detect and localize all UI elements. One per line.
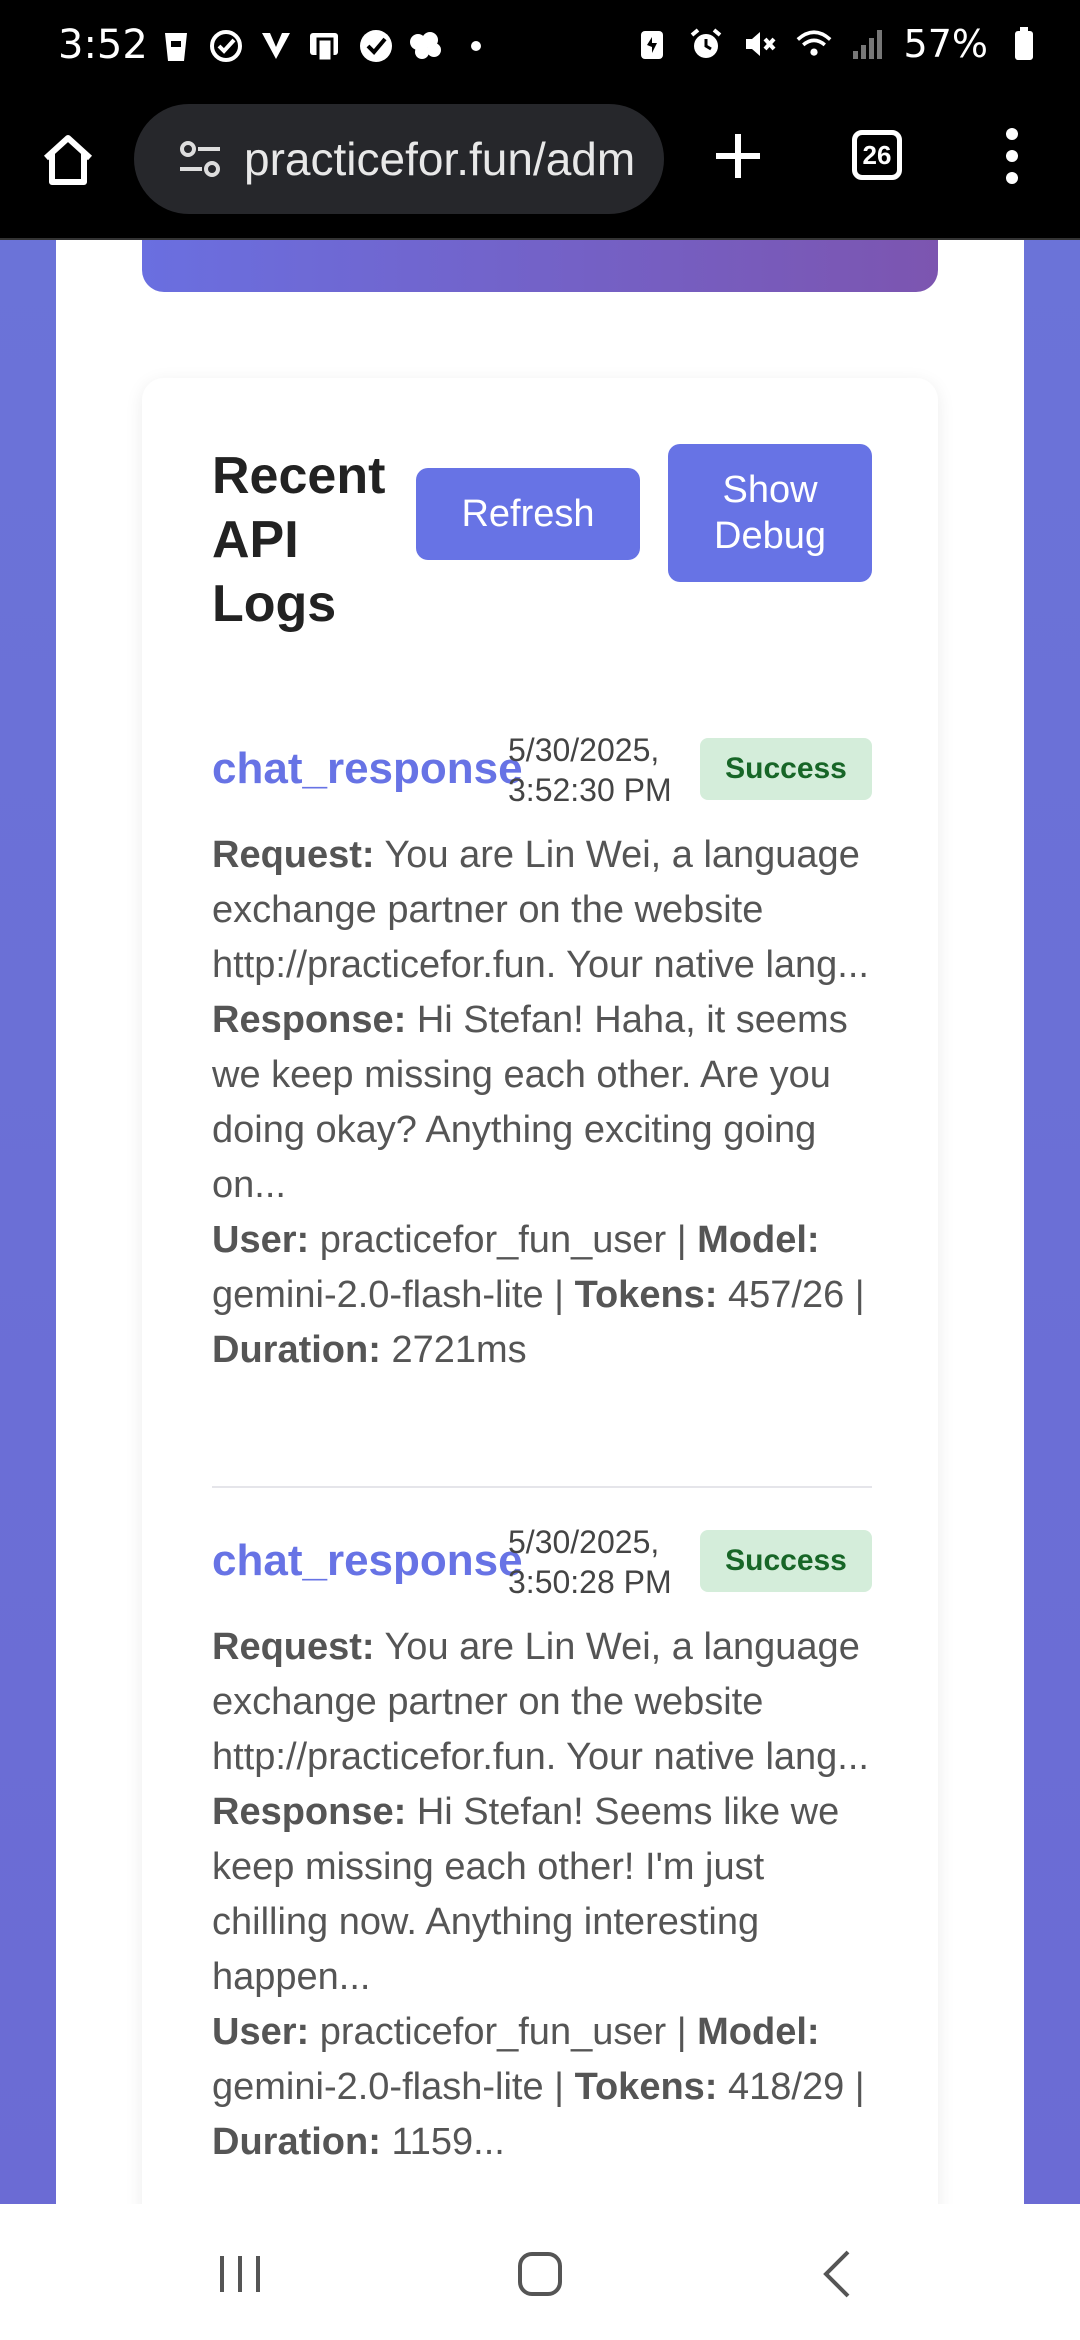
battery-saver-icon xyxy=(634,26,670,62)
logs-header: Recent API Logs Refresh Show Debug xyxy=(212,444,872,633)
log-type: chat_response xyxy=(212,1536,523,1585)
response-label: Response: xyxy=(212,999,407,1041)
recents-icon[interactable] xyxy=(210,2244,270,2304)
duration-value: 1159... xyxy=(391,2121,505,2163)
home-nav-icon[interactable] xyxy=(510,2244,570,2304)
browser-toolbar: practicefor.fun/adm 26 xyxy=(0,100,1080,240)
status-bar: 3:52 57% xyxy=(0,0,1080,100)
user-label: User: xyxy=(212,2011,310,2053)
model-value: gemini-2.0-flash-lite xyxy=(212,1274,544,1316)
verified-icon xyxy=(358,28,394,64)
log-timestamp: 5/30/2025, 3:50:28 PM xyxy=(508,1522,672,1602)
log-details: Request: You are Lin Wei, a language exc… xyxy=(212,828,872,1378)
address-bar[interactable]: practicefor.fun/adm xyxy=(134,104,664,214)
log-entry: chat_response 5/30/2025, 3:52:30 PM Succ… xyxy=(212,732,872,1378)
show-debug-button[interactable]: Show Debug xyxy=(668,444,872,582)
log-timestamp: 5/30/2025, 3:52:30 PM xyxy=(508,730,672,810)
starbucks-icon xyxy=(158,28,194,64)
model-label: Model: xyxy=(697,2011,820,2053)
user-value: practicefor_fun_user xyxy=(319,1219,667,1261)
tokens-label: Tokens: xyxy=(574,2066,718,2108)
log-type: chat_response xyxy=(212,744,523,793)
log-date: 5/30/2025, xyxy=(508,732,660,768)
url-text[interactable]: practicefor.fun/adm xyxy=(244,132,635,186)
page-viewport: Recent API Logs Refresh Show Debug chat_… xyxy=(0,240,1080,2204)
dot-icon xyxy=(458,28,494,64)
tokens-value: 457/26 xyxy=(728,1274,845,1316)
model-value: gemini-2.0-flash-lite xyxy=(212,2066,544,2108)
request-label: Request: xyxy=(212,834,375,876)
battery-icon xyxy=(1006,26,1042,62)
response-label: Response: xyxy=(212,1791,407,1833)
tab-switcher-button[interactable]: 26 xyxy=(852,130,902,180)
check-circle-icon xyxy=(208,28,244,64)
status-time: 3:52 xyxy=(58,22,148,68)
divider xyxy=(212,1486,872,1488)
status-badge: Success xyxy=(700,1530,872,1592)
wifi-icon xyxy=(796,26,832,62)
battery-percent: 57% xyxy=(903,22,988,66)
system-icons: 57% xyxy=(634,22,1042,66)
v-icon xyxy=(258,28,294,64)
log-time: 3:52:30 PM xyxy=(508,772,672,808)
alarm-icon xyxy=(688,26,724,62)
log-meta: User: practicefor_fun_user | Model: gemi… xyxy=(212,2011,865,2163)
log-details: Request: You are Lin Wei, a language exc… xyxy=(212,1620,872,2170)
log-meta: User: practicefor_fun_user | Model: gemi… xyxy=(212,1219,865,1371)
model-label: Model: xyxy=(697,1219,820,1261)
brain-icon xyxy=(408,28,444,64)
signal-icon xyxy=(850,26,886,62)
log-date: 5/30/2025, xyxy=(508,1524,660,1560)
back-icon[interactable] xyxy=(810,2244,870,2304)
more-options-icon[interactable] xyxy=(1000,124,1024,188)
wallet-icon xyxy=(308,28,344,64)
mute-icon xyxy=(742,26,778,62)
logs-title: Recent API Logs xyxy=(212,447,386,633)
notification-icons xyxy=(158,28,494,64)
log-response: Response: Hi Stefan! Seems like we keep … xyxy=(212,1785,872,2005)
home-icon[interactable] xyxy=(38,130,98,190)
duration-label: Duration: xyxy=(212,2121,381,2163)
system-navigation-bar xyxy=(0,2204,1080,2340)
api-logs-card: Recent API Logs Refresh Show Debug chat_… xyxy=(142,378,938,2204)
status-badge: Success xyxy=(700,738,872,800)
site-settings-icon[interactable] xyxy=(176,135,224,183)
tokens-label: Tokens: xyxy=(574,1274,718,1316)
user-label: User: xyxy=(212,1219,310,1261)
log-entry: chat_response 5/30/2025, 3:50:28 PM Succ… xyxy=(212,1524,872,2170)
user-value: practicefor_fun_user xyxy=(319,2011,667,2053)
duration-label: Duration: xyxy=(212,1329,381,1371)
page-container: Recent API Logs Refresh Show Debug chat_… xyxy=(56,240,1024,2204)
log-request: Request: You are Lin Wei, a language exc… xyxy=(212,1620,872,1785)
header-card xyxy=(142,240,938,292)
duration-value: 2721ms xyxy=(391,1329,527,1371)
refresh-button[interactable]: Refresh xyxy=(416,468,640,560)
request-label: Request: xyxy=(212,1626,375,1668)
new-tab-icon[interactable] xyxy=(712,130,764,182)
tokens-value: 418/29 xyxy=(728,2066,845,2108)
log-response: Response: Hi Stefan! Haha, it seems we k… xyxy=(212,993,872,1213)
log-time: 3:50:28 PM xyxy=(508,1564,672,1600)
log-request: Request: You are Lin Wei, a language exc… xyxy=(212,828,872,993)
